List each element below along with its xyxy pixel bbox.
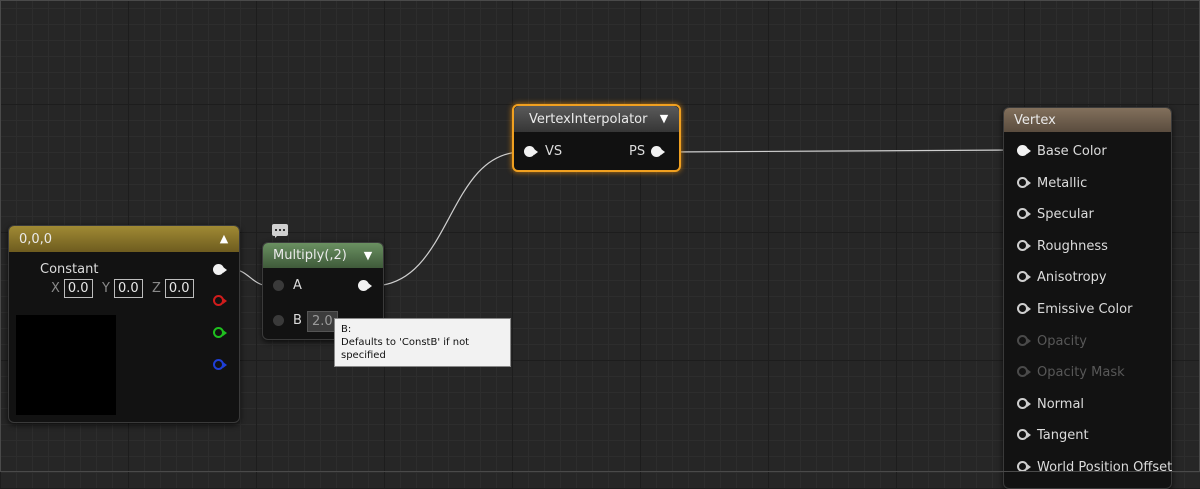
constant-vector-node[interactable]: 0,0,0 ▲ Constant X 0.0 Y 0.0 Z 0.0 [8, 225, 240, 423]
z-field[interactable]: Z 0.0 [152, 279, 194, 298]
input-a-label: A [293, 278, 302, 293]
opacity-input-pin [1017, 334, 1032, 348]
tooltip-title: B: [341, 324, 352, 335]
ps-output-pin[interactable] [651, 146, 666, 159]
rgb-output-pin[interactable] [213, 263, 227, 276]
anisotropy-input-pin[interactable] [1017, 271, 1032, 284]
base-color-input-pin[interactable] [1017, 145, 1032, 158]
x-field[interactable]: X 0.0 [51, 279, 93, 298]
roughness-input-pin[interactable] [1017, 239, 1032, 253]
tooltip-description: Defaults to 'ConstB' if not specified [341, 337, 470, 361]
color-preview-swatch [16, 315, 116, 415]
input-b-pin[interactable] [273, 315, 284, 326]
y-value-input[interactable]: 0.0 [113, 279, 143, 298]
input-a-pin[interactable] [273, 280, 284, 291]
z-axis-label: Z [152, 281, 161, 296]
metallic-label: Metallic [1037, 175, 1088, 191]
opacity-label: Opacity [1037, 333, 1088, 349]
constant-node-title: 0,0,0 [19, 231, 53, 247]
emissive-color-label: Emissive Color [1037, 302, 1133, 317]
input-b-label: B [293, 313, 302, 328]
x-value-input[interactable]: 0.0 [63, 279, 93, 298]
vertex-interpolator-node[interactable]: VertexInterpolator ▼ VS PS [512, 104, 681, 172]
multiply-node-header[interactable]: Multiply(,2) ▼ [263, 243, 383, 268]
opacity-mask-label: Opacity Mask [1037, 365, 1125, 381]
interpolator-node-title: VertexInterpolator [529, 111, 648, 127]
speech-bubble-icon[interactable] [272, 224, 288, 238]
specular-input-pin[interactable] [1017, 208, 1032, 221]
y-axis-label: Y [102, 281, 110, 296]
emissive-color-input-pin[interactable] [1017, 303, 1032, 316]
opacity-mask-input-pin [1017, 366, 1032, 379]
anisotropy-label: Anisotropy [1037, 270, 1107, 286]
tangent-input-pin[interactable] [1017, 429, 1032, 442]
world-position-offset-label: World Position Offset [1037, 460, 1173, 475]
tangent-label: Tangent [1037, 428, 1089, 444]
multiply-output-pin[interactable] [358, 280, 373, 293]
interpolator-node-header[interactable]: VertexInterpolator ▼ [514, 106, 679, 132]
input-b-tooltip: B: Defaults to 'ConstB' if not specified [334, 318, 511, 367]
world-position-offset-input-pin[interactable] [1017, 461, 1032, 474]
ps-label: PS [629, 144, 646, 159]
chevron-down-icon[interactable]: ▼ [657, 111, 671, 125]
vs-input-pin[interactable] [524, 146, 539, 159]
metallic-input-pin[interactable] [1017, 176, 1032, 190]
vs-label: VS [545, 144, 563, 159]
blue-output-pin[interactable] [213, 358, 227, 371]
collapse-chevron-icon[interactable]: ▲ [217, 231, 231, 245]
roughness-label: Roughness [1037, 238, 1108, 254]
base-color-label: Base Color [1037, 144, 1107, 159]
specular-label: Specular [1037, 207, 1094, 223]
green-output-pin[interactable] [213, 326, 227, 339]
normal-input-pin[interactable] [1017, 397, 1032, 411]
constant-label: Constant [40, 262, 99, 277]
wire-interpolator-to-basecolor [665, 149, 1018, 153]
y-field[interactable]: Y 0.0 [102, 279, 143, 298]
constant-node-header[interactable]: 0,0,0 ▲ [9, 226, 239, 252]
x-axis-label: X [51, 281, 60, 296]
wire-multiply-to-interpolator [371, 151, 523, 287]
vertex-node-title: Vertex [1014, 112, 1056, 128]
multiply-node-title: Multiply(,2) [273, 248, 347, 263]
normal-label: Normal [1037, 396, 1085, 412]
vertex-node-header[interactable]: Vertex [1004, 108, 1171, 132]
vertex-material-node[interactable]: Vertex Base Color Metallic Specular Roughne… [1003, 107, 1172, 489]
z-value-input[interactable]: 0.0 [164, 279, 194, 298]
red-output-pin[interactable] [213, 294, 227, 307]
chevron-down-icon[interactable]: ▼ [361, 248, 375, 262]
